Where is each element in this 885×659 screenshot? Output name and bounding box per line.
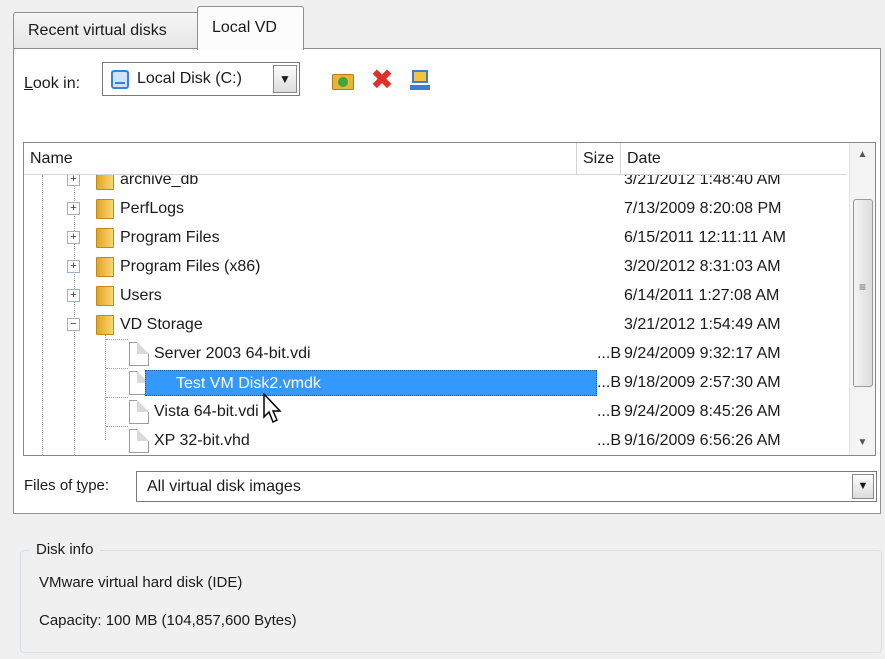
expand-icon[interactable]: + bbox=[67, 175, 80, 186]
files-of-type-label: Files of type: bbox=[24, 477, 110, 494]
vertical-scrollbar[interactable]: ▲ ▼ bbox=[849, 143, 875, 455]
item-date: 9/18/2009 2:57:30 AM bbox=[624, 374, 781, 391]
item-size: ...B bbox=[596, 432, 621, 449]
file-icon bbox=[129, 429, 149, 453]
folder-icon bbox=[96, 199, 114, 219]
scroll-up-icon[interactable]: ▲ bbox=[850, 143, 875, 167]
file-icon bbox=[129, 400, 149, 424]
list-item[interactable]: + Program Files (x86) 3/20/2012 8:31:03 … bbox=[24, 252, 850, 281]
item-name: Test VM Disk2.vmdk bbox=[176, 375, 321, 392]
chevron-down-icon[interactable]: ▼ bbox=[852, 474, 874, 499]
chevron-down-icon[interactable]: ▼ bbox=[273, 65, 297, 93]
list-item[interactable]: + archive_db 3/21/2012 1:48:40 AM bbox=[24, 175, 850, 194]
folder-icon bbox=[96, 228, 114, 248]
list-item[interactable]: Vista 64-bit.vdi ...B 9/24/2009 8:45:26 … bbox=[24, 397, 850, 426]
item-name: VD Storage bbox=[120, 316, 203, 333]
item-date: 3/20/2012 8:31:03 AM bbox=[624, 258, 781, 275]
folder-icon bbox=[96, 175, 114, 190]
item-date: 3/21/2012 1:54:49 AM bbox=[624, 316, 781, 333]
item-date: 9/16/2009 6:56:26 AM bbox=[624, 432, 781, 449]
file-list[interactable]: Name Size Date ▲ ▼ + archive_db 3/21/201… bbox=[23, 142, 876, 456]
item-date: 3/21/2012 1:48:40 AM bbox=[624, 175, 781, 188]
item-size: ...B bbox=[596, 403, 621, 420]
item-date: 9/24/2009 8:45:26 AM bbox=[624, 403, 781, 420]
file-icon bbox=[129, 342, 149, 366]
column-header-name[interactable]: Name bbox=[24, 143, 577, 175]
disk-type-text: VMware virtual hard disk (IDE) bbox=[39, 574, 243, 591]
look-in-label: Look in: bbox=[24, 75, 81, 92]
list-item-selected[interactable]: Test VM Disk2.vmdk ...B 9/18/2009 2:57:3… bbox=[24, 368, 850, 397]
item-date: 9/24/2009 9:32:17 AM bbox=[624, 345, 781, 362]
files-of-type-value: All virtual disk images bbox=[147, 478, 301, 495]
open-folder-icon bbox=[96, 315, 114, 335]
list-item[interactable]: + PerfLogs 7/13/2009 8:20:08 PM bbox=[24, 194, 850, 223]
list-item[interactable]: + Users 6/14/2011 1:27:08 AM bbox=[24, 281, 850, 310]
expand-icon[interactable]: + bbox=[67, 202, 80, 215]
item-size: ...B bbox=[596, 374, 621, 391]
expand-icon[interactable]: + bbox=[67, 289, 80, 302]
item-name: XP 32-bit.vhd bbox=[154, 432, 250, 449]
item-date: 6/15/2011 12:11:11 AM bbox=[624, 229, 786, 246]
item-name: PerfLogs bbox=[120, 200, 185, 217]
collapse-icon[interactable]: − bbox=[67, 318, 80, 331]
item-date: 7/13/2009 8:20:08 PM bbox=[624, 200, 782, 217]
selection-highlight: Test VM Disk2.vmdk bbox=[145, 370, 597, 396]
item-name: Program Files bbox=[120, 229, 220, 246]
item-name: Users bbox=[120, 287, 162, 304]
list-item[interactable]: XP 32-bit.vhd ...B 9/16/2009 6:56:26 AM bbox=[24, 426, 850, 455]
tab-local-vd[interactable]: Local VD bbox=[197, 6, 304, 50]
expand-icon[interactable]: + bbox=[67, 260, 80, 273]
item-size: ...B bbox=[596, 345, 621, 362]
delete-icon[interactable]: ✖ bbox=[370, 66, 394, 94]
folder-icon bbox=[96, 257, 114, 277]
network-drive-icon[interactable] bbox=[408, 68, 432, 92]
list-item[interactable]: − VD Storage 3/21/2012 1:54:49 AM bbox=[24, 310, 850, 339]
folder-icon bbox=[96, 286, 114, 306]
list-item[interactable]: + Program Files 6/15/2011 12:11:11 AM bbox=[24, 223, 850, 252]
tab-recent-virtual-disks[interactable]: Recent virtual disks bbox=[13, 12, 200, 48]
column-header-size[interactable]: Size bbox=[577, 143, 621, 175]
scroll-down-icon[interactable]: ▼ bbox=[850, 431, 875, 455]
local-disk-icon bbox=[111, 70, 129, 89]
item-name: archive_db bbox=[120, 175, 199, 188]
look-in-value: Local Disk (C:) bbox=[137, 70, 242, 87]
look-in-dropdown[interactable]: Local Disk (C:) ▼ bbox=[102, 62, 300, 96]
item-date: 6/14/2011 1:27:08 AM bbox=[624, 287, 780, 304]
column-header-date[interactable]: Date bbox=[621, 143, 847, 175]
new-folder-icon[interactable] bbox=[331, 68, 355, 92]
item-name: Program Files (x86) bbox=[120, 258, 261, 275]
scrollbar-thumb[interactable] bbox=[853, 199, 873, 387]
item-name: Server 2003 64-bit.vdi bbox=[154, 345, 311, 362]
file-rows: + archive_db 3/21/2012 1:48:40 AM + Perf… bbox=[24, 175, 850, 455]
files-of-type-dropdown[interactable]: All virtual disk images ▼ bbox=[136, 471, 877, 502]
disk-capacity-text: Capacity: 100 MB (104,857,600 Bytes) bbox=[39, 612, 297, 629]
list-item[interactable]: Server 2003 64-bit.vdi ...B 9/24/2009 9:… bbox=[24, 339, 850, 368]
disk-info-group bbox=[20, 550, 882, 653]
mouse-cursor-icon bbox=[263, 393, 282, 424]
expand-icon[interactable]: + bbox=[67, 231, 80, 244]
item-name: Vista 64-bit.vdi bbox=[154, 403, 259, 420]
disk-info-legend: Disk info bbox=[30, 541, 100, 558]
